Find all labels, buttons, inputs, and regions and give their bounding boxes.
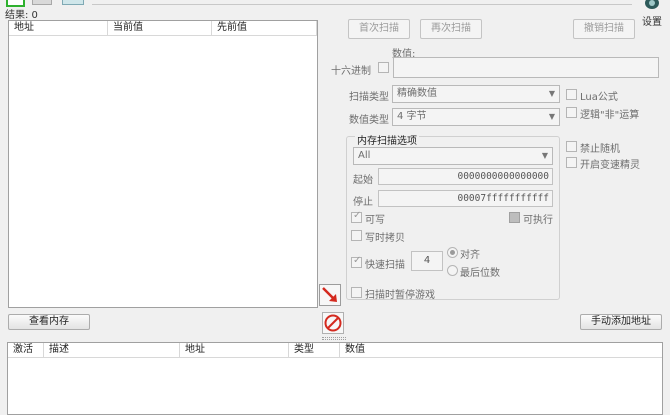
value-type-label: 数值类型 bbox=[349, 115, 389, 126]
add-to-list-arrow-icon[interactable] bbox=[319, 284, 341, 306]
scan-results-table[interactable]: 地址 当前值 先前值 bbox=[8, 20, 318, 308]
value-type-value: 4 字节 bbox=[397, 111, 427, 122]
copy-on-write-checkbox[interactable] bbox=[351, 230, 362, 241]
settings-label[interactable]: 设置 bbox=[642, 13, 662, 28]
copy-on-write-label: 写时拷贝 bbox=[365, 233, 405, 244]
column-active[interactable]: 激活 bbox=[8, 343, 44, 358]
start-address-field[interactable]: 0000000000000000 bbox=[378, 168, 553, 185]
add-address-manually-button[interactable]: 手动添加地址 bbox=[580, 314, 662, 330]
column-description[interactable]: 描述 bbox=[44, 343, 180, 358]
result-count-label: 结果: 0 bbox=[5, 10, 38, 21]
last-digits-label: 最后位数 bbox=[460, 268, 500, 279]
column-current-value[interactable]: 当前值 bbox=[108, 21, 212, 36]
align-label: 对齐 bbox=[460, 250, 480, 261]
not-operation-checkbox[interactable] bbox=[566, 107, 577, 118]
hex-label: 十六进制 bbox=[331, 66, 371, 77]
pause-game-checkbox[interactable] bbox=[351, 287, 362, 298]
column-address[interactable]: 地址 bbox=[9, 21, 108, 36]
gear-icon[interactable] bbox=[641, 0, 663, 12]
executable-label: 可执行 bbox=[523, 215, 553, 226]
chevron-down-icon: ▼ bbox=[548, 89, 555, 98]
pause-game-label: 扫描时暂停游戏 bbox=[365, 290, 435, 301]
not-operation-label: 逻辑"非"运算 bbox=[580, 110, 640, 121]
scan-type-select[interactable]: 精确数值 ▼ bbox=[392, 85, 560, 103]
lua-formula-label: Lua公式 bbox=[580, 92, 618, 103]
memory-region-select[interactable]: All ▼ bbox=[353, 147, 553, 165]
speedhack-checkbox[interactable] bbox=[566, 157, 577, 168]
column-previous-value[interactable]: 先前值 bbox=[212, 21, 317, 36]
scan-type-label: 扫描类型 bbox=[349, 92, 389, 103]
align-radio[interactable] bbox=[447, 247, 458, 258]
no-random-label: 禁止随机 bbox=[580, 144, 620, 155]
chevron-down-icon: ▼ bbox=[541, 151, 548, 160]
lua-formula-checkbox[interactable] bbox=[566, 89, 577, 100]
memory-region-value: All bbox=[358, 150, 371, 161]
stop-address-field[interactable]: 00007fffffffffff bbox=[378, 190, 553, 207]
next-scan-button[interactable]: 再次扫描 bbox=[420, 19, 482, 39]
column-address[interactable]: 地址 bbox=[180, 343, 289, 358]
no-random-checkbox[interactable] bbox=[566, 141, 577, 152]
executable-checkbox[interactable] bbox=[509, 212, 520, 223]
splitter-handle[interactable] bbox=[322, 337, 346, 340]
undo-scan-button[interactable]: 撤销扫描 bbox=[573, 19, 635, 39]
process-title-bar bbox=[92, 0, 632, 5]
writable-checkbox[interactable] bbox=[351, 210, 362, 223]
fast-scan-value-field[interactable]: 4 bbox=[411, 251, 443, 271]
column-type[interactable]: 类型 bbox=[289, 343, 340, 358]
chevron-down-icon: ▼ bbox=[548, 112, 555, 121]
clear-list-icon[interactable] bbox=[322, 312, 344, 334]
start-address-label: 起始 bbox=[353, 175, 373, 186]
open-file-icon[interactable] bbox=[32, 0, 52, 5]
address-list-table[interactable]: 激活 描述 地址 类型 数值 bbox=[7, 342, 663, 415]
column-value[interactable]: 数值 bbox=[340, 343, 662, 358]
first-scan-button[interactable]: 首次扫描 bbox=[348, 19, 410, 39]
save-file-icon[interactable] bbox=[62, 0, 84, 5]
fast-scan-checkbox[interactable] bbox=[351, 255, 362, 268]
fast-scan-label: 快速扫描 bbox=[365, 260, 405, 271]
speedhack-label: 开启变速精灵 bbox=[580, 160, 640, 171]
value-type-select[interactable]: 4 字节 ▼ bbox=[392, 108, 560, 126]
hex-checkbox[interactable] bbox=[378, 62, 389, 73]
scan-type-value: 精确数值 bbox=[397, 88, 437, 99]
view-memory-button[interactable]: 查看内存 bbox=[8, 314, 90, 330]
value-input[interactable] bbox=[393, 57, 659, 78]
memory-scan-options-title: 内存扫描选项 bbox=[355, 132, 419, 147]
last-digits-radio[interactable] bbox=[447, 265, 458, 276]
writable-label: 可写 bbox=[365, 215, 385, 226]
stop-address-label: 停止 bbox=[353, 197, 373, 208]
